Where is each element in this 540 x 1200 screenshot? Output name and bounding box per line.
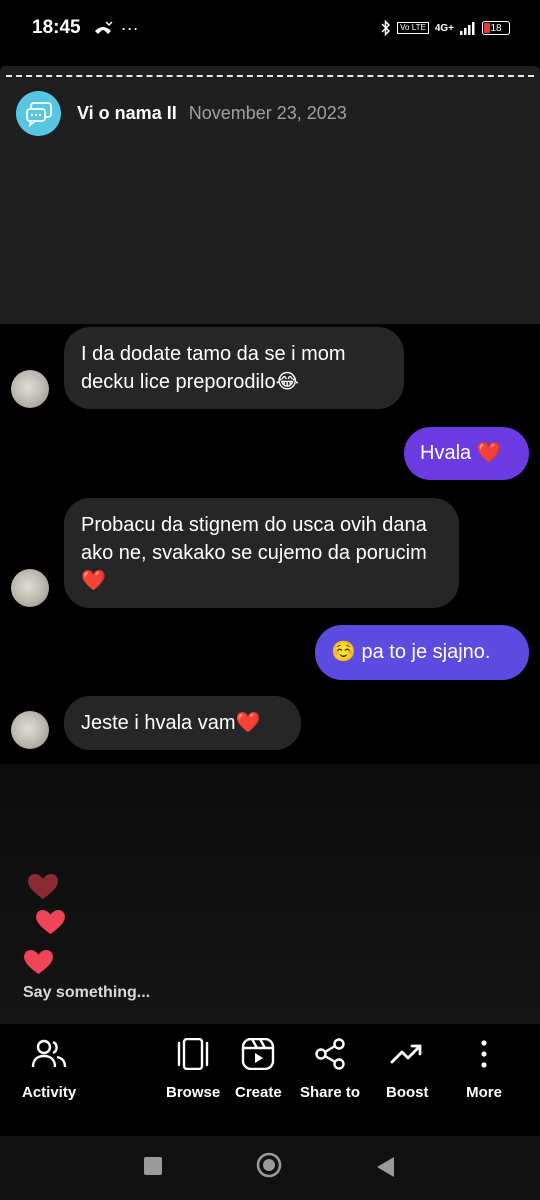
comment-input[interactable]: Say something... <box>23 984 150 1002</box>
post-author[interactable]: Vi o nama II <box>77 103 177 124</box>
share-icon <box>315 1038 345 1070</box>
create-button[interactable]: Create <box>235 1038 282 1101</box>
circle-icon <box>256 1152 282 1178</box>
battery-icon: 18 <box>482 21 510 35</box>
post-date: November 23, 2023 <box>188 103 347 123</box>
dashed-divider <box>6 75 534 77</box>
post-header[interactable]: Vi o nama II November 23, 2023 <box>16 91 347 136</box>
message-bubble-outgoing[interactable]: ☺️ pa to je sjajno. <box>315 625 529 680</box>
more-dots-icon: ··· <box>120 17 139 38</box>
message-bubble-incoming[interactable]: Jeste i hvala vam❤️ <box>64 696 301 750</box>
action-bar: Activity Browse Create Share to Boost Mo… <box>0 1024 540 1114</box>
heart-icon <box>24 950 53 975</box>
sender-avatar[interactable] <box>11 711 49 749</box>
share-button[interactable]: Share to <box>300 1038 360 1101</box>
post-card: Vi o nama II November 23, 2023 <box>0 66 540 324</box>
boost-button[interactable]: Boost <box>386 1038 429 1101</box>
activity-button[interactable]: Activity <box>22 1038 76 1101</box>
page-avatar[interactable] <box>16 91 61 136</box>
volte-badge: Vo LTE <box>397 22 429 34</box>
sender-avatar[interactable] <box>11 569 49 607</box>
reels-icon <box>242 1038 275 1070</box>
recents-button[interactable] <box>143 1156 163 1181</box>
back-button[interactable] <box>375 1156 395 1183</box>
people-icon <box>31 1039 67 1068</box>
carousel-icon <box>177 1038 209 1070</box>
message-bubble-outgoing[interactable]: Hvala ❤️ <box>404 427 529 480</box>
heart-icon <box>36 910 65 935</box>
status-time: 18:45 <box>32 17 81 38</box>
message-bubble-incoming[interactable]: Probacu da stignem do usca ovih dana ako… <box>64 498 459 608</box>
browse-button[interactable]: Browse <box>166 1038 220 1101</box>
more-button[interactable]: More <box>466 1038 502 1101</box>
bluetooth-icon <box>381 20 391 36</box>
heart-icon <box>28 874 58 899</box>
square-icon <box>144 1157 162 1175</box>
message-bubble-incoming[interactable]: I da dodate tamo da se i mom decku lice … <box>64 327 404 409</box>
chat-bubbles-icon <box>25 101 52 127</box>
status-bar: 18:45 ··· Vo LTE 4G+ 18 <box>0 0 540 56</box>
sender-avatar[interactable] <box>11 370 49 408</box>
vertical-dots-icon <box>481 1040 487 1068</box>
trend-up-icon <box>390 1044 422 1064</box>
triangle-back-icon <box>377 1157 394 1177</box>
system-nav-bar <box>0 1136 540 1200</box>
home-button[interactable] <box>255 1151 283 1184</box>
network-type: 4G+ <box>434 22 454 34</box>
chat-thread: I da dodate tamo da se i mom decku lice … <box>0 324 540 764</box>
live-overlay: Say something... <box>0 764 540 1024</box>
missed-call-icon <box>94 21 113 34</box>
signal-icon <box>460 22 475 35</box>
